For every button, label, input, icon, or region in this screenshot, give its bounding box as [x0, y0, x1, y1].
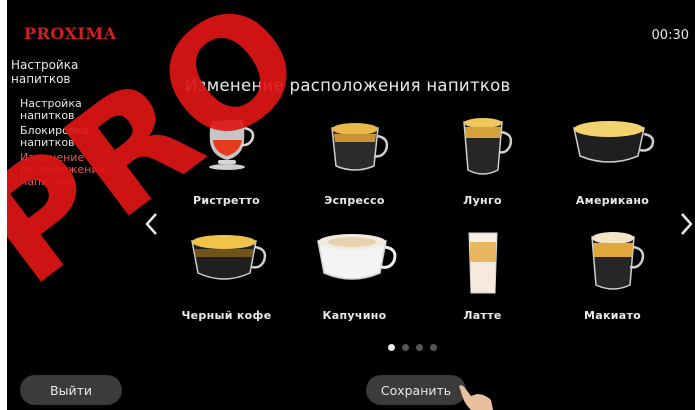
sidebar-menu: Настройка напитков Блокировка напитков И…	[20, 98, 120, 191]
drink-tile-lungo[interactable]: Лунго	[420, 112, 545, 222]
chevron-right-icon[interactable]	[676, 210, 695, 238]
drink-tile-macchiato[interactable]: Макиато	[550, 227, 675, 337]
chevron-left-icon[interactable]	[142, 210, 162, 238]
cappuccino-cup-icon	[316, 234, 396, 280]
drink-label: Американо	[575, 194, 650, 207]
drink-tile-cappuccino[interactable]: Капучино	[292, 227, 417, 337]
drink-tile-black-coffee[interactable]: Черный кофе	[164, 227, 289, 337]
page-dot[interactable]	[430, 344, 437, 351]
lungo-cup-icon	[462, 118, 512, 175]
sidebar-item-drink-arrangement[interactable]: Изменение расположения напитков	[20, 152, 120, 188]
sidebar-title: Настройка напитков	[11, 58, 79, 86]
exit-button[interactable]: Выйти	[20, 375, 122, 405]
macchiato-cup-icon	[590, 232, 644, 290]
drink-tile-latte[interactable]: Латте	[420, 227, 545, 337]
drink-tile-espresso[interactable]: Эспрессо	[292, 112, 417, 222]
sidebar-item-drink-settings[interactable]: Настройка напитков	[20, 98, 120, 122]
black-coffee-cup-icon	[190, 235, 266, 280]
sidebar-item-drink-lock[interactable]: Блокировка напитков	[20, 125, 120, 149]
touchscreen: PROXIMA 00:30 Настройка напитков Настрой…	[0, 0, 695, 410]
page-dot[interactable]	[416, 344, 423, 351]
ristretto-cup-icon	[208, 120, 254, 170]
page-dot[interactable]	[388, 344, 395, 351]
drink-tile-ristretto[interactable]: Ристретто	[164, 112, 289, 222]
save-button[interactable]: Сохранить	[366, 375, 466, 405]
americano-cup-icon	[572, 121, 654, 163]
espresso-cup-icon	[330, 123, 388, 171]
drink-label: Эспрессо	[324, 194, 385, 207]
drink-tile-americano[interactable]: Американо	[550, 112, 675, 222]
drink-label: Ристретто	[192, 194, 260, 207]
drink-label: Лунго	[463, 194, 502, 207]
screen-bezel	[0, 0, 7, 410]
clock: 00:30	[651, 28, 689, 43]
drinks-grid: Ристретто Эспрессо Лунго Американо Черны…	[170, 112, 672, 332]
pointing-hand-icon	[459, 385, 493, 410]
latte-glass-icon	[467, 232, 498, 294]
drink-label: Черный кофе	[181, 309, 272, 322]
drink-label: Макиато	[584, 309, 641, 322]
drink-label: Латте	[463, 309, 502, 322]
page-dot[interactable]	[402, 344, 409, 351]
pagination	[388, 344, 437, 351]
brand-logo: PROXIMA	[24, 24, 117, 43]
page-title: Изменение расположения напитков	[185, 76, 511, 95]
drink-label: Капучино	[322, 309, 387, 322]
